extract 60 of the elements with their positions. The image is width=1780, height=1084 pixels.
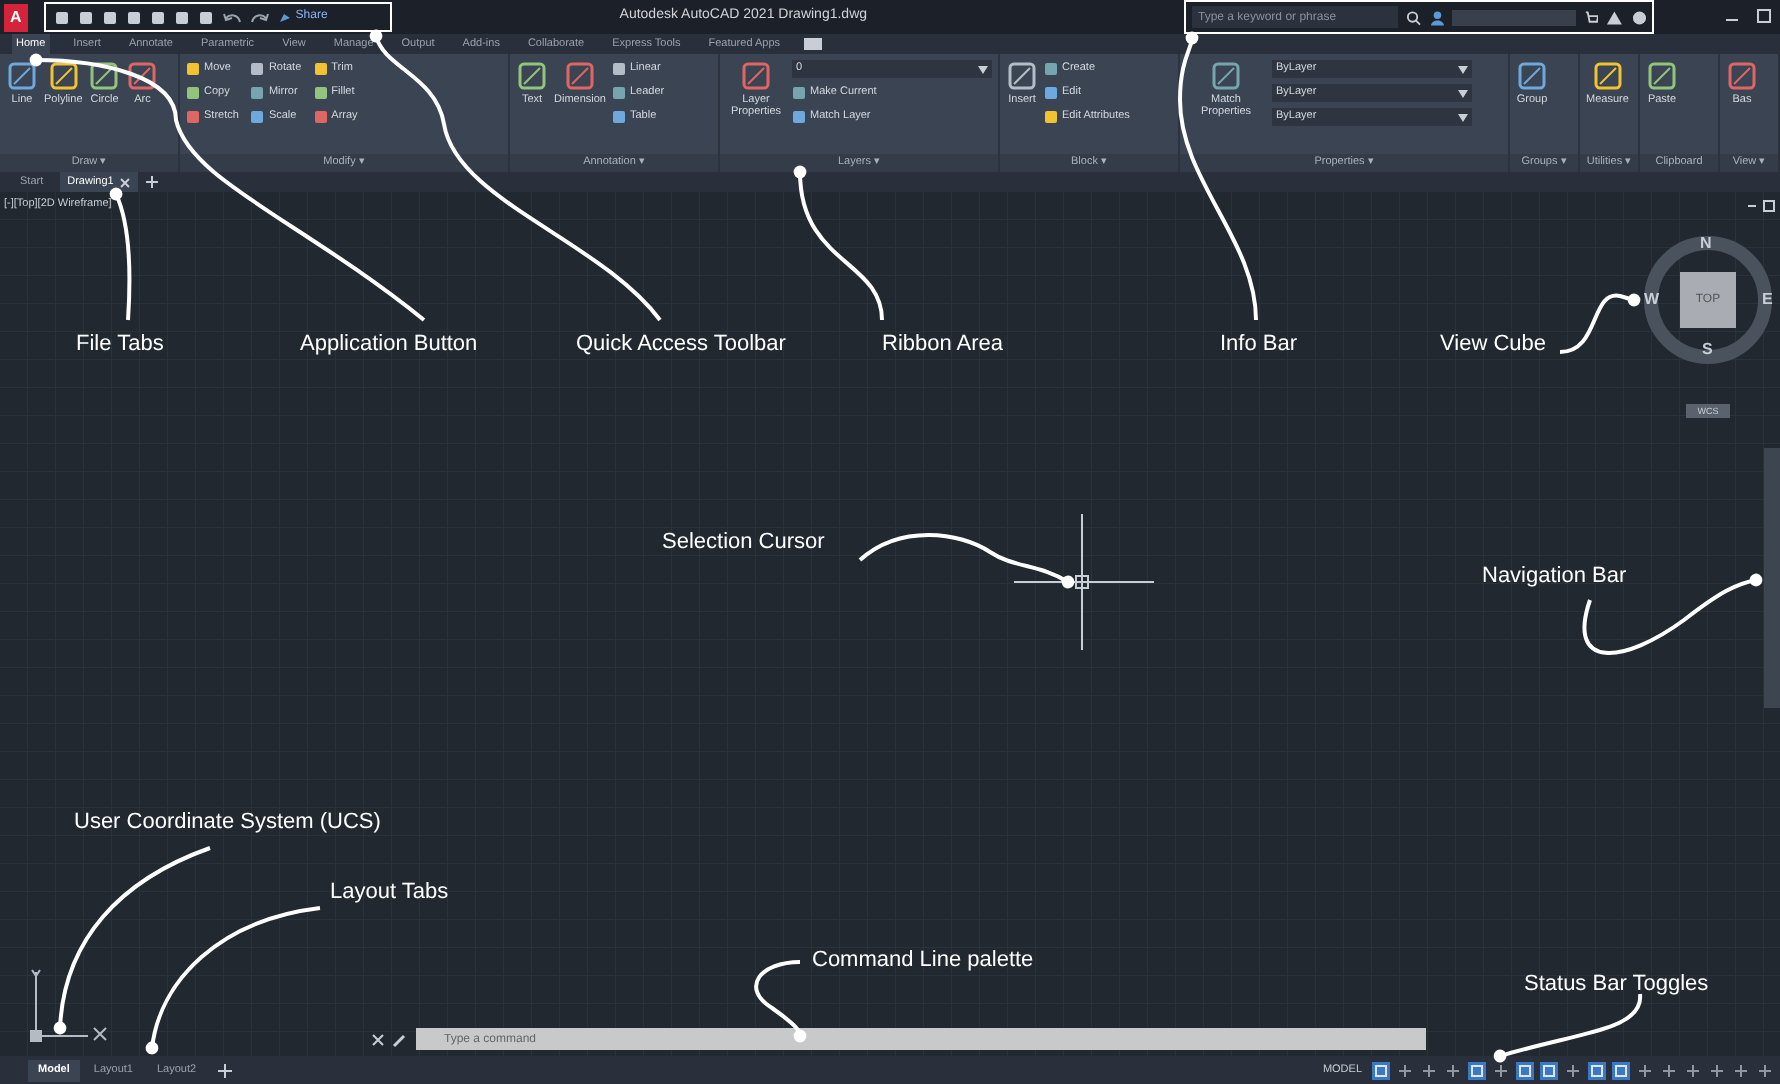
caret-icon [1458,89,1468,97]
callout-label: Selection Cursor [662,528,825,558]
compass-letter: W [1644,288,1660,312]
application-button[interactable]: A [4,3,28,31]
tool-icon [1646,60,1678,92]
tool-icon [1006,60,1038,92]
close-icon[interactable] [119,177,130,187]
status-toggle-icon[interactable] [1492,1061,1510,1079]
status-toggle-icon[interactable] [1564,1061,1582,1079]
callout-label: Layout Tabs [330,878,449,908]
close-icon[interactable] [372,1033,384,1045]
status-toggle-icon[interactable] [1732,1061,1750,1079]
callout-label: Command Line palette [812,946,1034,976]
search-icon[interactable] [1406,9,1422,25]
account-name-bar [1452,9,1576,25]
user-icon[interactable] [1429,9,1445,25]
tool-icon [6,60,38,92]
tool-icon [1516,60,1548,92]
maximize-icon[interactable] [1756,8,1772,24]
callout-label: Status Bar Toggles [1524,970,1709,1000]
triangle-logo-icon[interactable] [1606,9,1624,25]
compass-letter: E [1762,288,1773,312]
tool-icon [1591,60,1624,92]
plus-icon[interactable] [218,1063,233,1077]
tool-icon [88,60,121,92]
caret-icon [1458,65,1468,73]
crosshair-cursor [1014,514,1154,650]
callout-label: Quick Access Toolbar [576,330,786,360]
compass-letter: S [1702,338,1713,362]
tool-icon [1726,60,1758,92]
status-toggle-icon[interactable] [1684,1061,1702,1079]
callout-label: File Tabs [76,330,164,360]
callout-label: Info Bar [1220,330,1298,360]
plus-icon[interactable] [145,176,158,188]
tool-icon [516,60,548,92]
status-toggle-icon[interactable] [1660,1061,1678,1079]
callout-label: View Cube [1440,330,1546,360]
undo-icon[interactable] [221,9,242,25]
status-toggle-icon[interactable] [1420,1061,1438,1079]
tool-icon [126,60,159,92]
caret-icon [1458,113,1468,121]
tool-icon [47,60,80,92]
status-toggle-icon[interactable] [1444,1061,1462,1079]
compass-letter: N [1700,232,1712,256]
caret-icon [978,65,988,73]
callout-label: Ribbon Area [882,330,1004,360]
tool-icon [563,60,596,92]
redo-icon[interactable] [249,9,270,25]
status-toggle-icon[interactable] [1636,1061,1654,1079]
status-toggle-icon[interactable] [1708,1061,1726,1079]
callout-label: Navigation Bar [1482,562,1627,592]
status-toggle-icon[interactable] [1396,1061,1414,1079]
tool-icon [1210,60,1242,92]
callout-label: User Coordinate System (UCS) [74,808,381,838]
status-toggle-icon[interactable] [1756,1061,1774,1079]
share-icon [277,10,292,24]
cart-icon[interactable] [1583,9,1599,25]
callout-label: Application Button [300,330,478,360]
tool-icon [740,60,772,92]
viewport-window-icon[interactable] [1748,200,1776,212]
